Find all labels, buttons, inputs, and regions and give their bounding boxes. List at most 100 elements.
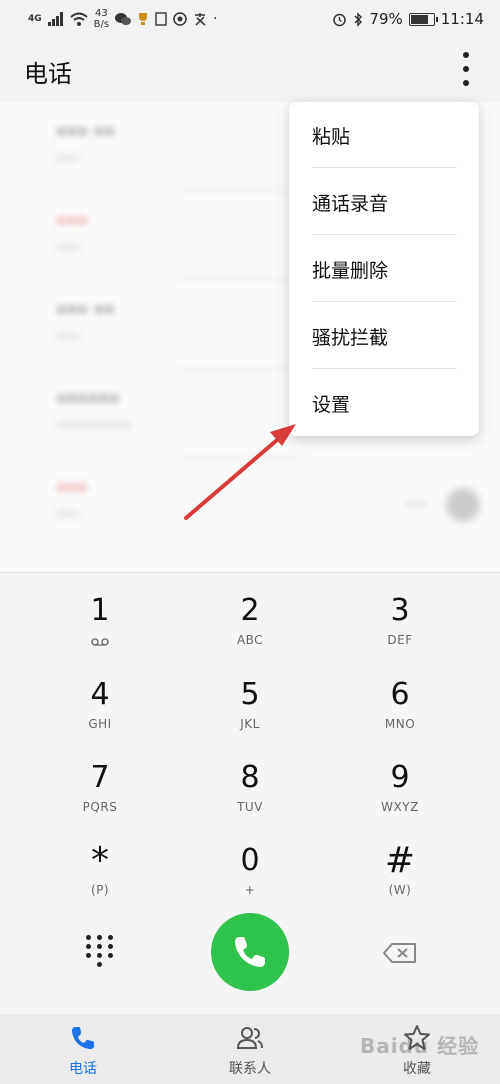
voicemail-icon (91, 638, 109, 646)
key-digit: 9 (390, 760, 410, 795)
key-3[interactable]: 3 DEF (325, 583, 475, 663)
call-info: ••• (56, 152, 80, 167)
contact-name: •••••• (56, 389, 120, 410)
menu-divider (312, 234, 457, 235)
call-button[interactable] (211, 913, 289, 991)
key-digit: 8 (240, 760, 260, 795)
title-bar: 电话 (0, 36, 500, 102)
alarm-icon (333, 13, 347, 26)
grid-dot-icon (97, 944, 102, 949)
key-digit: 7 (90, 760, 110, 795)
call-info: •••••••••• (56, 419, 133, 434)
backspace-button[interactable] (382, 941, 418, 965)
more-dot-icon (463, 66, 469, 72)
tab-contacts[interactable]: 联系人 (167, 1014, 333, 1084)
key-letters: (W) (388, 883, 412, 897)
key-letters: (P) (90, 883, 110, 897)
menu-item-harassment-block[interactable]: 骚扰拦截 (289, 303, 479, 369)
tab-phone[interactable]: 电话 (0, 1014, 166, 1084)
trophy-icon (139, 13, 148, 25)
key-2[interactable]: 2 ABC (175, 583, 325, 663)
key-digit: 4 (90, 677, 110, 712)
key-star[interactable]: * (P) (25, 833, 175, 913)
grid-dot-icon (97, 953, 102, 958)
key-4[interactable]: 4 GHI (25, 667, 175, 747)
tab-label: 联系人 (229, 1061, 271, 1077)
more-dot-icon (463, 80, 469, 86)
key-digit: 6 (390, 677, 410, 712)
game-icon (173, 12, 187, 26)
more-notifications-icon: · (213, 11, 218, 27)
phone-app: 4G 43 B/s · 79% 11:14 电话 ••• •• ••• ••• … (0, 0, 500, 1084)
call-info: ••• (56, 330, 80, 345)
key-digit: 0 (240, 843, 260, 878)
key-1[interactable]: 1 (25, 583, 175, 663)
avatar (446, 488, 480, 522)
grid-dot-icon (108, 944, 113, 949)
key-digit: 5 (240, 677, 260, 712)
call-details: ••• (405, 488, 480, 522)
menu-item-batch-delete[interactable]: 批量删除 (289, 236, 479, 302)
key-letters: TUV (237, 800, 263, 814)
menu-divider (312, 368, 457, 369)
key-digit: # (384, 840, 416, 881)
tab-favorites[interactable]: 收藏 (334, 1014, 500, 1084)
key-letters: JKL (240, 717, 260, 731)
grid-dot-icon (108, 953, 113, 958)
menu-divider (312, 167, 457, 168)
key-0[interactable]: 0 + (175, 833, 325, 913)
more-dot-icon (463, 52, 469, 58)
key-letters: + (244, 883, 256, 897)
menu-item-label: 设置 (312, 394, 351, 416)
phone-icon (235, 937, 265, 967)
hide-keypad-button[interactable] (86, 935, 114, 967)
menu-item-label: 骚扰拦截 (312, 327, 389, 349)
phone-icon (72, 1027, 94, 1049)
contact-name: ••• (56, 478, 88, 499)
key-9[interactable]: 9 WXYZ (325, 750, 475, 830)
key-letters: GHI (88, 717, 112, 731)
key-hash[interactable]: # (W) (325, 833, 475, 913)
star-icon (404, 1025, 430, 1050)
key-letters: DEF (387, 633, 413, 647)
bottom-nav: 电话 联系人 收藏 (0, 1014, 500, 1084)
wechat-icon (115, 13, 132, 25)
call-info: ••• (56, 508, 80, 523)
bluetooth-icon (354, 11, 363, 27)
key-digit: 2 (240, 593, 260, 628)
key-7[interactable]: 7 PQRS (25, 750, 175, 830)
menu-divider (312, 301, 457, 302)
battery-icon (408, 12, 438, 26)
clock: 11:14 (440, 10, 484, 28)
menu-item-label: 批量删除 (312, 260, 389, 282)
battery-percent: 79% (369, 10, 403, 28)
net-speed-value: 43 (95, 8, 108, 19)
wifi-icon (69, 12, 88, 26)
menu-item-call-recording[interactable]: 通话录音 (289, 169, 479, 235)
grid-dot-icon (86, 944, 91, 949)
key-letters: ABC (236, 633, 264, 647)
menu-item-settings[interactable]: 设置 (289, 370, 479, 436)
page-title: 电话 (24, 60, 72, 88)
battery-fill (410, 14, 428, 24)
key-letters: WXYZ (381, 800, 419, 814)
net-speed: 43 B/s (94, 8, 109, 30)
menu-item-paste[interactable]: 粘贴 (289, 102, 479, 168)
key-6[interactable]: 6 MNO (325, 667, 475, 747)
tab-label: 收藏 (403, 1061, 431, 1077)
key-8[interactable]: 8 TUV (175, 750, 325, 830)
app-icon (155, 12, 167, 26)
grid-dot-icon (97, 962, 102, 967)
menu-item-label: 通话录音 (312, 193, 389, 215)
status-bar: 4G 43 B/s · 79% 11:14 (0, 0, 500, 36)
key-5[interactable]: 5 JKL (175, 667, 325, 747)
key-digit: * (91, 840, 109, 881)
call-log-row[interactable]: ••• ••• ••• (0, 458, 500, 547)
contact-name: ••• •• (56, 122, 115, 143)
row-divider (56, 546, 310, 547)
grid-dot-icon (86, 953, 91, 958)
signal-icon (47, 12, 63, 26)
more-options-button[interactable] (460, 52, 472, 86)
key-letters: PQRS (82, 800, 118, 814)
text-icon (195, 13, 206, 26)
